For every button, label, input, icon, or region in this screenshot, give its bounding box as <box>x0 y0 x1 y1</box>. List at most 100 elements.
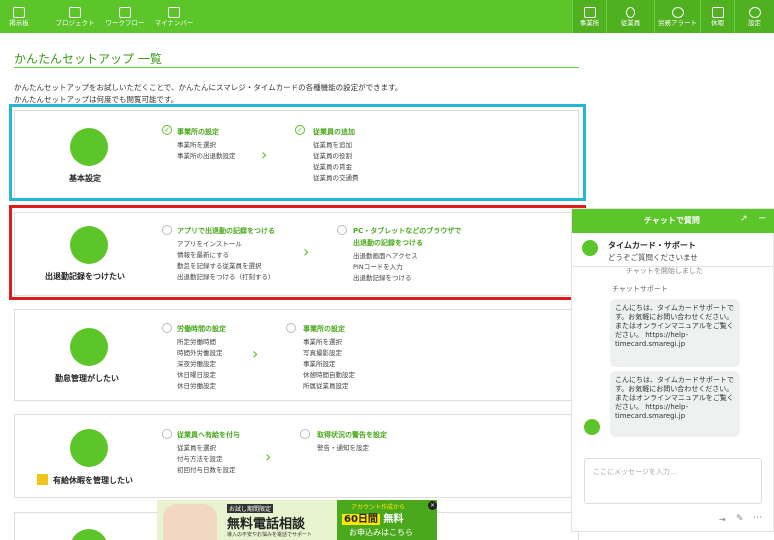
page-title: かんたんセットアップ 一覧 <box>14 52 162 66</box>
agent-avatar <box>582 240 598 256</box>
ad-cta: お申込みはこちら <box>349 528 413 537</box>
board-icon <box>13 6 25 18</box>
system-message: チャットを開始しました <box>626 267 703 275</box>
ad-days: 60日間 <box>342 514 380 525</box>
nav-project[interactable]: プロジェクト <box>48 0 102 33</box>
step-item: 事業所設定 <box>303 360 336 368</box>
step-title[interactable]: 従業員へ有給を付与 <box>177 430 240 440</box>
step-item: 従業員を追加 <box>313 141 352 149</box>
nav-workflow[interactable]: ワークフロー <box>100 0 150 33</box>
step-item: 深夜労働設定 <box>177 360 216 368</box>
step-item: 出退勤記録をつける（打刻する） <box>177 273 275 281</box>
vacation-icon <box>711 6 724 18</box>
nav-vacation[interactable]: 休暇 <box>700 0 734 33</box>
step-item: 情報を最新にする <box>177 251 230 259</box>
circle-icon <box>162 429 172 439</box>
chat-input[interactable]: ここにメッセージを入力... <box>584 458 762 504</box>
step-item: 初回付与日数を設定 <box>177 466 236 474</box>
chevron-right-icon: › <box>303 242 310 261</box>
agent-subtitle: どうぞご質問くださいませ <box>608 253 698 262</box>
partial-card-icon <box>70 529 108 540</box>
chat-input-placeholder: ここにメッセージを入力... <box>593 468 677 476</box>
step-title[interactable]: 事業所の設定 <box>177 127 219 137</box>
step-item: 従業員の交通費 <box>313 174 359 182</box>
chat-header[interactable]: チャットで質問 ↗ − <box>572 209 774 233</box>
ad-people-image <box>163 504 217 540</box>
badge-icon <box>37 474 48 485</box>
nav-employee[interactable]: 従業員 <box>606 0 654 33</box>
top-navigation-bar: 掲示板 プロジェクト ワークフロー マイナンバー 事業所 従業員 労務アラート … <box>0 0 774 33</box>
step-item: アプリをインストール <box>177 240 242 248</box>
setup-card-paid-leave[interactable]: 有給休暇を管理したい 従業員へ有給を付与 従業員を選択 付与方法を設定 初回付与… <box>14 414 579 498</box>
setup-card-attendance-management[interactable]: 勤怠管理がしたい 労働時間の設定 所定労働時間 時間外労働設定 深夜労働設定 休… <box>14 309 579 401</box>
card-title: 勤怠管理がしたい <box>55 374 119 383</box>
step-title[interactable]: アプリで出退勤の記録をつける <box>177 226 275 236</box>
nav-settings[interactable]: 設定 <box>734 0 774 33</box>
step-title[interactable]: 従業員の追加 <box>313 127 355 137</box>
ad-free: 無料 <box>383 514 404 525</box>
step-item: 出退勤記録をつける <box>353 274 412 282</box>
nav-board[interactable]: 掲示板 <box>0 0 38 33</box>
ad-cta-panel[interactable]: アカウント作成から 60日間 無料 お申込みはこちら <box>337 500 437 540</box>
step-title[interactable]: 事業所の設定 <box>303 324 345 334</box>
nav-mynumber[interactable]: マイナンバー <box>150 0 198 33</box>
clock-icon <box>70 328 108 366</box>
card-title: 有給休暇を管理したい <box>37 474 133 486</box>
chevron-right-icon: › <box>261 145 268 164</box>
chevron-right-icon: › <box>252 344 259 363</box>
document-icon <box>119 6 131 18</box>
step-item: 従業員の役割 <box>313 152 352 160</box>
id-card-icon <box>168 6 180 18</box>
step-item: 休日労働設定 <box>177 382 216 390</box>
setup-card-basic[interactable]: 基本設定 ✓ 事業所の設定 事業所を選択 事業所の出退勤設定 › ✓ 従業員の追… <box>14 110 579 200</box>
sender-label: チャットサポート <box>612 285 668 293</box>
agent-name: タイムカード・サポート <box>608 241 696 250</box>
intro-text-2: かんたんセットアップは何度でも閲覧可能です。 <box>14 95 179 104</box>
step-title-line2[interactable]: 出退勤の記録をつける <box>353 238 423 248</box>
beginner-mark-icon <box>70 128 108 166</box>
step-title[interactable]: 取得状況の警告を設定 <box>317 430 387 440</box>
ad-sub-text: 導入の不安やお悩みを電話でサポート <box>227 532 313 538</box>
ad-close-icon[interactable]: × <box>428 501 437 510</box>
circle-icon <box>337 225 347 235</box>
chat-message: こんにちは、タイムカードサポートです。お気軽にお問い合わせください。またはオンラ… <box>610 299 740 367</box>
check-icon: ✓ <box>295 125 305 135</box>
step-item: 警告・通知を設定 <box>317 444 369 452</box>
nav-office[interactable]: 事業所 <box>572 0 606 33</box>
more-icon[interactable]: ⋯ <box>753 513 762 523</box>
minimize-icon[interactable]: − <box>758 213 766 224</box>
ad-tag: お試し期間限定 <box>227 504 274 513</box>
circle-icon <box>300 429 310 439</box>
circle-icon <box>162 225 172 235</box>
setup-card-attendance[interactable]: 出退勤記録をつけたい アプリで出退勤の記録をつける アプリをインストール 情報を… <box>14 212 579 296</box>
step-item: 所属従業員設定 <box>303 382 349 390</box>
chat-message: こんにちは、タイムカードサポートです。お気軽にお問い合わせください。またはオンラ… <box>610 371 740 437</box>
home-icon <box>583 6 596 18</box>
step-item: 事業所を選択 <box>177 141 216 149</box>
card-title: 出退勤記録をつけたい <box>45 272 125 281</box>
flag-icon <box>69 6 81 18</box>
step-title[interactable]: 労働時間の設定 <box>177 324 226 334</box>
step-item: 従業員を選択 <box>177 444 216 452</box>
timecard-icon <box>70 226 108 264</box>
step-item: 事業所の出退勤設定 <box>177 152 236 160</box>
circle-icon <box>286 323 296 333</box>
attachment-icon[interactable]: ✎ <box>736 514 744 524</box>
step-title[interactable]: PC・タブレットなどのブラウザで <box>353 226 461 236</box>
gear-icon <box>748 6 761 18</box>
step-item: 従業員の賃金 <box>313 163 352 171</box>
nav-labor-alert[interactable]: 労務アラート <box>654 0 700 33</box>
ad-main-text: 無料電話相談 <box>227 517 306 532</box>
umbrella-icon <box>70 429 108 467</box>
logout-icon[interactable]: ⇥ <box>719 515 726 524</box>
step-item: 事業所を選択 <box>303 338 342 346</box>
step-item: 写真撮影設定 <box>303 349 342 357</box>
step-item: 付与方法を設定 <box>177 455 223 463</box>
expand-icon[interactable]: ↗ <box>740 214 748 224</box>
ad-offer: 60日間 無料 <box>342 510 403 525</box>
ad-banner[interactable]: お試し期間限定 無料電話相談 導入の不安やお悩みを電話でサポート アカウント作成… <box>157 500 437 540</box>
step-item: 所定労働時間 <box>177 338 216 346</box>
step-item: 休日曜日設定 <box>177 371 216 379</box>
card-title: 基本設定 <box>69 174 101 183</box>
alert-icon <box>671 6 684 18</box>
